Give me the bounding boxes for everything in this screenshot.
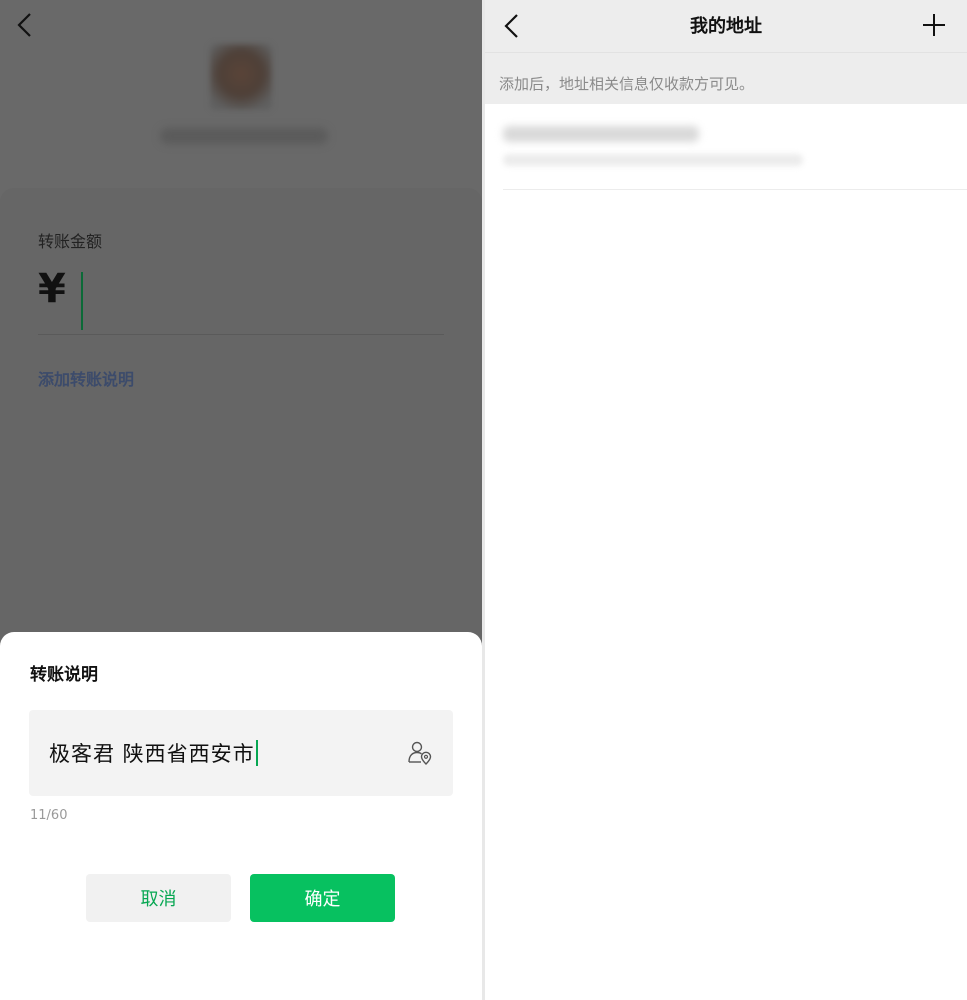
- list-divider: [503, 189, 967, 190]
- plus-icon[interactable]: [921, 12, 947, 38]
- person-location-icon[interactable]: [407, 740, 433, 766]
- note-bottom-sheet: 转账说明 极客君 陕西省西安市 11/60 取消 确定: [0, 632, 482, 1000]
- note-input-text[interactable]: 极客君 陕西省西安市: [49, 738, 258, 768]
- address-detail-blurred: [503, 154, 803, 166]
- hint-bar: 添加后，地址相关信息仅收款方可见。: [485, 53, 967, 104]
- text-cursor: [255, 740, 258, 766]
- note-value: 极客君 陕西省西安市: [49, 742, 255, 766]
- transfer-card: 转账金额 ¥ 添加转账说明: [0, 188, 482, 658]
- character-counter: 11/60: [30, 808, 68, 823]
- currency-symbol: ¥: [38, 266, 66, 312]
- nav-bar: 我的地址: [485, 0, 967, 53]
- page-title: 我的地址: [690, 16, 762, 37]
- add-note-link[interactable]: 添加转账说明: [38, 366, 134, 390]
- confirm-button[interactable]: 确定: [250, 874, 395, 922]
- sheet-title: 转账说明: [30, 665, 98, 685]
- privacy-hint: 添加后，地址相关信息仅收款方可见。: [499, 75, 755, 93]
- amount-label: 转账金额: [38, 232, 103, 251]
- cancel-button[interactable]: 取消: [86, 874, 231, 922]
- avatar: [210, 44, 272, 110]
- amount-input-cursor[interactable]: [81, 272, 83, 330]
- note-input[interactable]: 极客君 陕西省西安市: [29, 710, 453, 796]
- amount-underline: [38, 334, 444, 335]
- back-icon[interactable]: [12, 10, 40, 40]
- transfer-screen: 转账金额 ¥ 添加转账说明 转账说明 极客君 陕西省西安市 11/60 取消 确…: [0, 0, 482, 1000]
- address-list-item[interactable]: [485, 104, 967, 190]
- address-name-phone-blurred: [503, 126, 699, 142]
- my-address-screen: 我的地址 添加后，地址相关信息仅收款方可见。: [485, 0, 967, 1000]
- recipient-name-blurred: [160, 128, 328, 144]
